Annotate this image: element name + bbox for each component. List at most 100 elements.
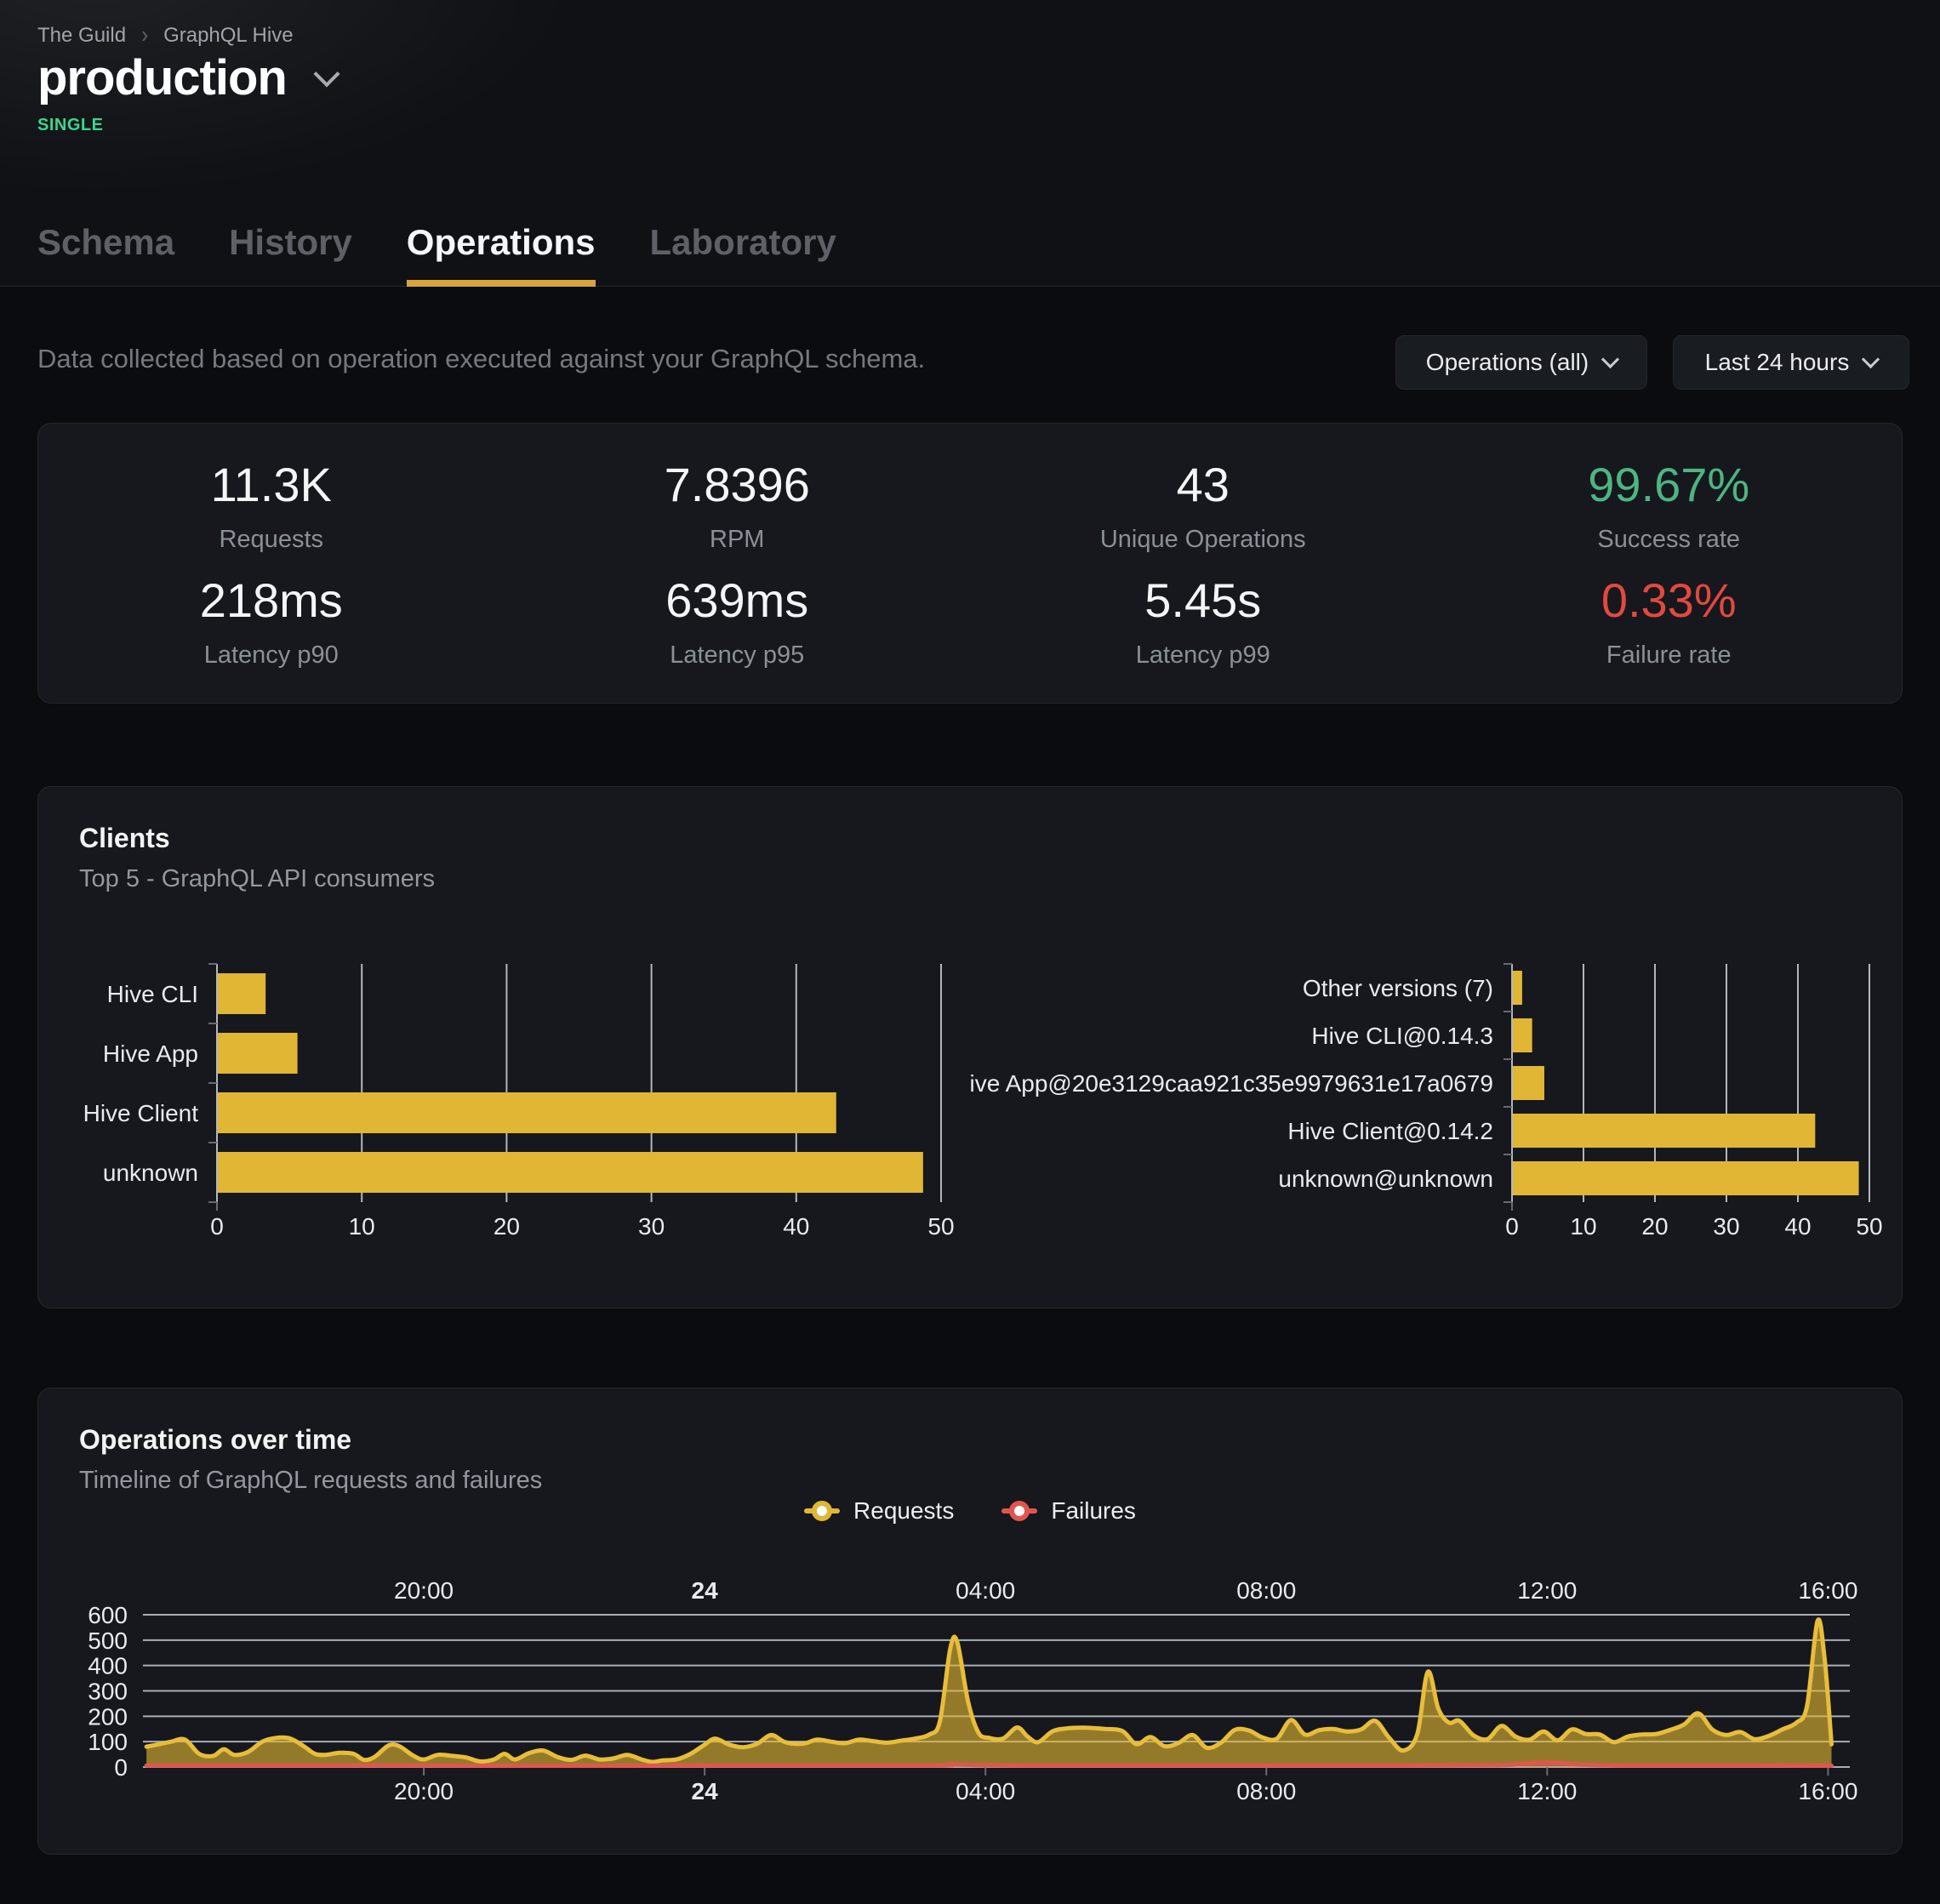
legend-item-requests[interactable]: Requests xyxy=(804,1497,954,1525)
axis-label: Hive CLI@0.14.3 xyxy=(1311,1023,1493,1049)
axis-label: 16:00 xyxy=(1798,1778,1857,1804)
status-badge: SINGLE xyxy=(37,116,103,135)
axis-label: 400 xyxy=(88,1653,128,1679)
tab-laboratory[interactable]: Laboratory xyxy=(650,222,836,287)
axis-label: 20 xyxy=(494,1213,520,1240)
operations-card-title: Operations over time xyxy=(79,1424,351,1456)
axis-label: 04:00 xyxy=(956,1778,1015,1804)
page-description: Data collected based on operation execut… xyxy=(37,344,925,374)
axis-label: unknown xyxy=(103,1160,198,1186)
stat-unique-operations: 43 Unique Operations xyxy=(970,447,1436,563)
axis-label: 600 xyxy=(88,1602,128,1628)
stat-value: 7.8396 xyxy=(665,457,810,512)
stat-latency-p90: 218ms Latency p90 xyxy=(38,563,505,679)
breadcrumb-project[interactable]: GraphQL Hive xyxy=(163,24,294,48)
stat-label: RPM xyxy=(710,526,764,554)
requests-legend-marker-icon xyxy=(804,1508,840,1514)
bar xyxy=(1513,1161,1859,1195)
stat-label: Unique Operations xyxy=(1100,526,1306,554)
axis-label: Hive CLI xyxy=(107,981,198,1007)
axis-label: Hive Client@0.14.2 xyxy=(1287,1118,1493,1144)
bar xyxy=(1513,1066,1544,1100)
period-filter-dropdown[interactable]: Last 24 hours xyxy=(1673,335,1909,390)
operations-over-time-card: Operations over time Timeline of GraphQL… xyxy=(37,1388,1903,1855)
axis-label: 30 xyxy=(638,1213,665,1240)
stats-summary-card: 11.3K Requests 7.8396 RPM 43 Unique Oper… xyxy=(37,423,1903,704)
stat-label: Latency p99 xyxy=(1136,641,1270,670)
stat-failure-rate: 0.33% Failure rate xyxy=(1436,563,1903,679)
stat-value: 639ms xyxy=(665,573,808,628)
stat-label: Requests xyxy=(219,526,323,554)
axis-label: 08:00 xyxy=(1236,1778,1296,1804)
stat-label: Latency p90 xyxy=(204,641,339,670)
axis-label: 0 xyxy=(210,1213,224,1240)
axis-label: Hive Client xyxy=(83,1100,199,1126)
axis-label: unknown@unknown xyxy=(1278,1166,1493,1192)
tab-bar: Schema History Operations Laboratory xyxy=(37,222,836,287)
legend-label: Failures xyxy=(1051,1497,1136,1525)
stat-value: 218ms xyxy=(200,573,343,628)
breadcrumb-separator-icon: › xyxy=(141,22,148,49)
axis-label: 24 xyxy=(692,1778,719,1804)
page-title: production xyxy=(37,49,287,106)
stat-value: 43 xyxy=(1177,457,1230,512)
chevron-down-icon xyxy=(1601,351,1619,368)
operations-timeline-area-chart: 010020030040050060020:0020:00242404:0004… xyxy=(38,1575,1869,1830)
clients-card: Clients Top 5 - GraphQL API consumers 01… xyxy=(37,786,1903,1308)
clients-by-name-bar-chart: 0 10 20 30 40 50 Hive CLI Hive App Hive Client un… xyxy=(52,954,954,1246)
axis-label: Hive App xyxy=(103,1040,198,1067)
bar xyxy=(1513,1114,1815,1148)
axis-label: 40 xyxy=(783,1213,809,1240)
failures-legend-marker-icon xyxy=(1001,1508,1037,1514)
bar xyxy=(218,1152,923,1193)
stat-success-rate: 99.67% Success rate xyxy=(1436,447,1903,563)
axis-label: 20:00 xyxy=(394,1778,454,1804)
target-selector-chevron-down-icon[interactable] xyxy=(313,60,340,87)
bar xyxy=(218,1033,298,1074)
clients-by-version-bar-chart: 01020304050Other versions (7)Hive CLI@0.… xyxy=(971,954,1890,1246)
chevron-down-icon xyxy=(1862,351,1880,368)
stat-value: 0.33% xyxy=(1601,573,1737,628)
title-row: production xyxy=(37,49,336,106)
axis-label: 16:00 xyxy=(1798,1577,1857,1604)
axis-label: 20 xyxy=(1641,1213,1668,1240)
axis-label: Other versions (7) xyxy=(1303,975,1493,1001)
timeline-legend: Requests Failures xyxy=(38,1497,1902,1525)
stat-label: Success rate xyxy=(1597,526,1740,554)
tab-schema[interactable]: Schema xyxy=(37,222,174,287)
stat-label: Failure rate xyxy=(1606,641,1732,670)
axis-label: 500 xyxy=(88,1628,128,1654)
axis-label: 0 xyxy=(114,1754,128,1781)
axis-label: 12:00 xyxy=(1517,1577,1577,1604)
bar-chart-svg: 01020304050Other versions (7)Hive CLI@0.… xyxy=(971,954,1890,1246)
legend-item-failures[interactable]: Failures xyxy=(1001,1497,1136,1525)
bar xyxy=(1513,971,1522,1005)
axis-label: 08:00 xyxy=(1236,1577,1296,1604)
axis-label: 04:00 xyxy=(956,1577,1015,1604)
legend-label: Requests xyxy=(853,1497,954,1525)
breadcrumb-org[interactable]: The Guild xyxy=(37,24,126,48)
stat-value: 5.45s xyxy=(1144,573,1261,628)
stat-label: Latency p95 xyxy=(670,641,804,670)
axis-label: 24 xyxy=(692,1577,719,1604)
stat-value: 99.67% xyxy=(1588,457,1749,512)
clients-card-title: Clients xyxy=(79,823,170,854)
axis-label: 300 xyxy=(88,1679,128,1705)
axis-label: 10 xyxy=(349,1213,375,1240)
axis-label: 20:00 xyxy=(394,1577,454,1604)
stat-rpm: 7.8396 RPM xyxy=(505,447,971,563)
operations-filter-label: Operations (all) xyxy=(1426,349,1589,376)
tab-operations[interactable]: Operations xyxy=(407,222,596,287)
stat-latency-p95: 639ms Latency p95 xyxy=(505,563,971,679)
bar xyxy=(218,973,265,1014)
tab-history[interactable]: History xyxy=(229,222,352,287)
axis-label: Hive App@20e3129caa921c35e9979631e17a067… xyxy=(971,1070,1493,1097)
axis-label: 200 xyxy=(88,1703,128,1730)
operations-filter-dropdown[interactable]: Operations (all) xyxy=(1395,335,1647,390)
timeline-svg: 010020030040050060020:0020:00242404:0004… xyxy=(38,1575,1869,1830)
breadcrumb: The Guild › GraphQL Hive xyxy=(37,24,294,48)
period-filter-label: Last 24 hours xyxy=(1705,349,1850,376)
stat-requests: 11.3K Requests xyxy=(38,447,505,563)
bar xyxy=(1513,1018,1532,1052)
axis-label: 50 xyxy=(927,1213,954,1240)
